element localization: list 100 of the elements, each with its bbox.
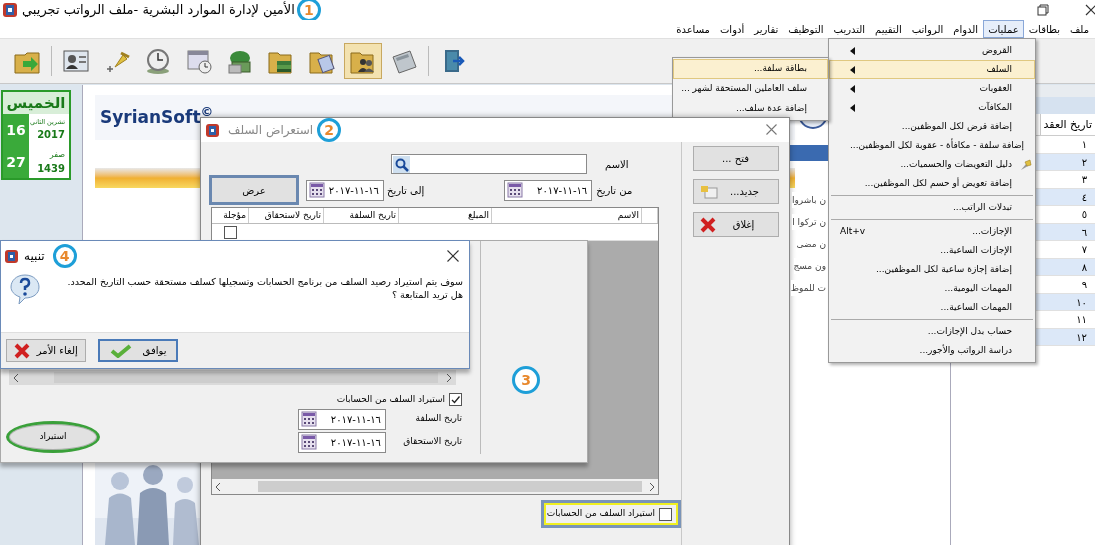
menu-item-label: السلف [985,62,1012,76]
close-icon[interactable] [1085,4,1095,16]
menu-item[interactable]: القروض [829,41,1035,60]
scrollbar[interactable] [212,479,658,494]
menu-item[interactable]: الإجازات الساعية... [829,241,1035,260]
scrollbar-thumb[interactable] [258,481,642,492]
menu-item[interactable]: تقارير [749,20,784,38]
menu-item[interactable]: المهمات اليومية... [829,279,1035,298]
column-header[interactable]: تاريخ العقد [1039,114,1095,135]
message-text: هل تريد المتابعة ؟ [392,288,463,301]
toolbar-button[interactable] [344,43,382,79]
menu-item-label: المهمات اليومية... [943,281,1012,295]
question-icon [9,273,41,305]
scrollbar[interactable] [9,370,456,385]
close-icon[interactable] [447,250,459,262]
dialog-button[interactable]: جديد... [692,179,779,204]
menu-item-label: القروض [981,43,1012,57]
date-field[interactable]: ١٦-١١-٢٠١٧ [298,408,386,430]
field-label: تاريخ الاستحقاق [402,435,462,449]
menu-item[interactable]: الرواتب [906,20,949,38]
month-text: صفر [49,148,65,161]
calendar-icon[interactable] [301,434,317,450]
calendar-clock-icon [185,47,213,75]
checkbox[interactable] [449,393,462,407]
dialog-title: تنبيه [24,248,45,265]
menu-item[interactable]: دليل التعويضات والحسميات... [829,155,1035,174]
menu-item[interactable]: أدوات [714,20,750,38]
menu-item[interactable]: العقوبات [829,79,1035,98]
menu-item-label: إضافة تعويض أو حسم لكل الموظفين... [864,176,1012,191]
menu-item[interactable]: بطاقة سلفة... [673,59,828,79]
menu-item[interactable]: التقييم [870,20,907,38]
menu-item[interactable]: حساب بدل الإجازات... [829,322,1035,341]
scroll-right-icon[interactable] [446,373,452,382]
menu-item-label: دليل التعويضات والحسميات... [899,157,1012,171]
checkbox[interactable] [659,507,672,521]
search-field[interactable] [391,154,587,174]
table-cell-text: ٤ [1081,190,1088,205]
menu-item[interactable]: دراسة الرواتب والأجور... [829,341,1035,360]
table-cell-text: ٢ [1081,155,1088,170]
show-button[interactable]: عرض [209,175,299,205]
submenu-arrow-icon [850,65,855,74]
day-number: 27 [3,146,29,178]
annotation-marker: 3 [512,366,540,394]
message-text: سوف يتم استيراد رصيد السلف من برنامج الحسابات وتسجيلها كسلف مستحقة حسب التاريخ المحدد. [67,275,463,288]
year-text: 2017 [37,128,65,143]
submenu-arrow-icon [850,103,855,112]
close-icon [699,216,716,233]
menu-item[interactable]: الدوام [948,20,984,38]
menu-item[interactable]: التدريب [828,20,871,38]
date-field[interactable]: ١٦-١١-٢٠١٧ [298,431,386,453]
checkbox-label: استيراد السلف من الحسابات [336,393,445,406]
date-field[interactable]: ١٦-١١-٢٠١٧ [306,179,384,201]
date-field[interactable]: ١٦-١١-٢٠١٧ [504,179,593,201]
checkbox[interactable] [224,225,237,239]
menu-item[interactable]: المهمات الساعية... [829,298,1035,317]
table-cell-text: ٨ [1081,260,1088,275]
scroll-left-icon[interactable] [13,373,19,382]
import-button[interactable]: استيراد [9,423,97,450]
scroll-left-icon[interactable] [215,482,221,491]
dialog-button[interactable]: إغلاق [692,212,779,237]
menu-item[interactable]: بطاقات [1023,20,1065,38]
table-cell-text: ١٠ [1076,295,1088,310]
menu-item[interactable]: ملف [1064,20,1094,38]
shortcut-text: Alt+v [840,224,866,238]
column-header[interactable]: تاريخ لاستحقاق [249,208,324,223]
column-header[interactable]: المبلغ [399,208,492,223]
dialog-button[interactable]: إلغاء الأمر [6,339,86,362]
menu-item[interactable]: إضافة قرض لكل الموظفين... [829,117,1035,136]
menu-item[interactable]: المكافآت [829,98,1035,117]
calendar-icon[interactable] [309,182,325,198]
table-cell-text: ١٢ [1076,330,1088,345]
scroll-right-icon[interactable] [649,482,655,491]
column-header[interactable]: تاريخ السلفة [324,208,399,223]
menu-item[interactable]: عمليات [983,20,1024,38]
menu-item-label: المكافآت [977,100,1012,114]
weekday-text: الخميس [3,92,69,114]
scrollbar-thumb[interactable] [54,372,438,383]
column-header[interactable]: مؤجلة [212,208,249,223]
menu-item[interactable]: مساعدة [671,20,715,38]
menu-item[interactable]: إضافة إجازة ساعية لكل الموظفين... [829,260,1035,279]
dialog-button[interactable]: فتح ... [692,146,779,171]
menu-item[interactable]: سلف العاملين المستحقة لشهر ... [673,79,828,99]
menu-item-label: حساب بدل الإجازات... [926,324,1012,339]
menu-item[interactable]: إضافة سلفة - مكافأة - عقوبة لكل الموظفين... [829,136,1035,155]
annotation-marker: 2 [317,118,342,142]
dialog-button[interactable]: يوافق [98,339,178,362]
table-cell-text: ٩ [1081,278,1088,292]
person-card-icon [62,47,90,75]
table-cell-text: ١١ [1076,313,1088,327]
calendar-icon[interactable] [301,411,317,427]
calendar-icon[interactable] [507,182,524,198]
menu-item[interactable]: تبدلات الراتب... [829,198,1035,217]
menu-item[interactable]: إضافة تعويض أو حسم لكل الموظفين... [829,174,1035,193]
search-icon[interactable] [393,155,410,173]
year-text: 1439 [37,161,65,176]
menu-item[interactable]: التوظيف [783,20,829,38]
column-header[interactable]: الاسم [492,208,642,223]
menu-item[interactable]: إضافة عدة سلف... [673,99,828,119]
menu-item[interactable]: السلف [829,60,1035,79]
restore-icon[interactable] [1037,4,1049,16]
